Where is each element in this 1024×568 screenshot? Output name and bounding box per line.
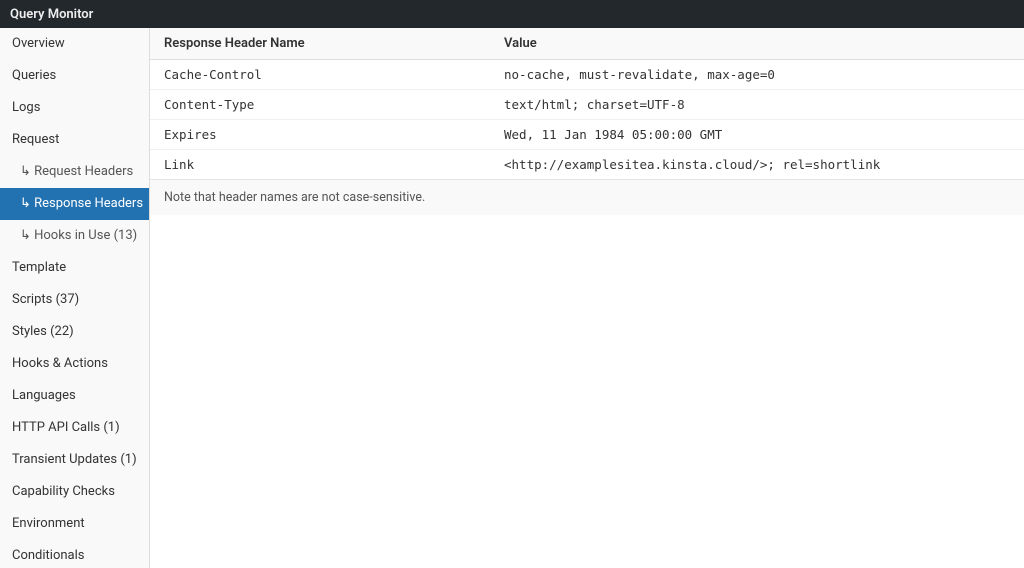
main-area: OverviewQueriesLogsRequest↳ Request Head… xyxy=(0,28,1024,568)
table-row: Link<http://examplesitea.kinsta.cloud/>;… xyxy=(150,150,1024,180)
sidebar-item-styles[interactable]: Styles (22) xyxy=(0,316,149,348)
sidebar-item-hooks-in-use[interactable]: ↳ Hooks in Use (13) xyxy=(0,220,149,252)
table-row: Cache-Controlno-cache, must-revalidate, … xyxy=(150,60,1024,90)
note-row: Note that header names are not case-sens… xyxy=(150,179,1024,215)
app-container: Query Monitor OverviewQueriesLogsRequest… xyxy=(0,0,1024,568)
sidebar-item-capability-checks[interactable]: Capability Checks xyxy=(0,476,149,508)
sidebar-item-languages[interactable]: Languages xyxy=(0,380,149,412)
table-row: ExpiresWed, 11 Jan 1984 05:00:00 GMT xyxy=(150,120,1024,150)
app-title: Query Monitor xyxy=(10,7,93,22)
header-value-cell: text/html; charset=UTF-8 xyxy=(490,90,1024,120)
response-headers-table: Response Header Name Value Cache-Control… xyxy=(150,28,1024,179)
table-row: Content-Typetext/html; charset=UTF-8 xyxy=(150,90,1024,120)
col-header-value: Value xyxy=(490,28,1024,60)
sidebar-item-overview[interactable]: Overview xyxy=(0,28,149,60)
header-value-cell: no-cache, must-revalidate, max-age=0 xyxy=(490,60,1024,90)
sidebar-item-template[interactable]: Template xyxy=(0,252,149,284)
sidebar-item-conditionals[interactable]: Conditionals xyxy=(0,540,149,568)
sidebar-item-environment[interactable]: Environment xyxy=(0,508,149,540)
content-area: Response Header Name Value Cache-Control… xyxy=(150,28,1024,568)
sidebar-item-scripts[interactable]: Scripts (37) xyxy=(0,284,149,316)
header-name-cell: Expires xyxy=(150,120,490,150)
sidebar-item-queries[interactable]: Queries xyxy=(0,60,149,92)
header-value-cell: <http://examplesitea.kinsta.cloud/>; rel… xyxy=(490,150,1024,180)
sidebar-item-logs[interactable]: Logs xyxy=(0,92,149,124)
header-value-cell: Wed, 11 Jan 1984 05:00:00 GMT xyxy=(490,120,1024,150)
sidebar-item-hooks-actions[interactable]: Hooks & Actions xyxy=(0,348,149,380)
sidebar-item-request[interactable]: Request xyxy=(0,124,149,156)
header-name-cell: Link xyxy=(150,150,490,180)
sidebar: OverviewQueriesLogsRequest↳ Request Head… xyxy=(0,28,150,568)
sidebar-item-response-headers[interactable]: ↳ Response Headers xyxy=(0,188,149,220)
note-text: Note that header names are not case-sens… xyxy=(164,190,425,205)
header-name-cell: Cache-Control xyxy=(150,60,490,90)
sidebar-item-request-headers[interactable]: ↳ Request Headers xyxy=(0,156,149,188)
title-bar: Query Monitor xyxy=(0,0,1024,28)
header-name-cell: Content-Type xyxy=(150,90,490,120)
col-header-name: Response Header Name xyxy=(150,28,490,60)
sidebar-item-transient-updates[interactable]: Transient Updates (1) xyxy=(0,444,149,476)
sidebar-item-http-api-calls[interactable]: HTTP API Calls (1) xyxy=(0,412,149,444)
